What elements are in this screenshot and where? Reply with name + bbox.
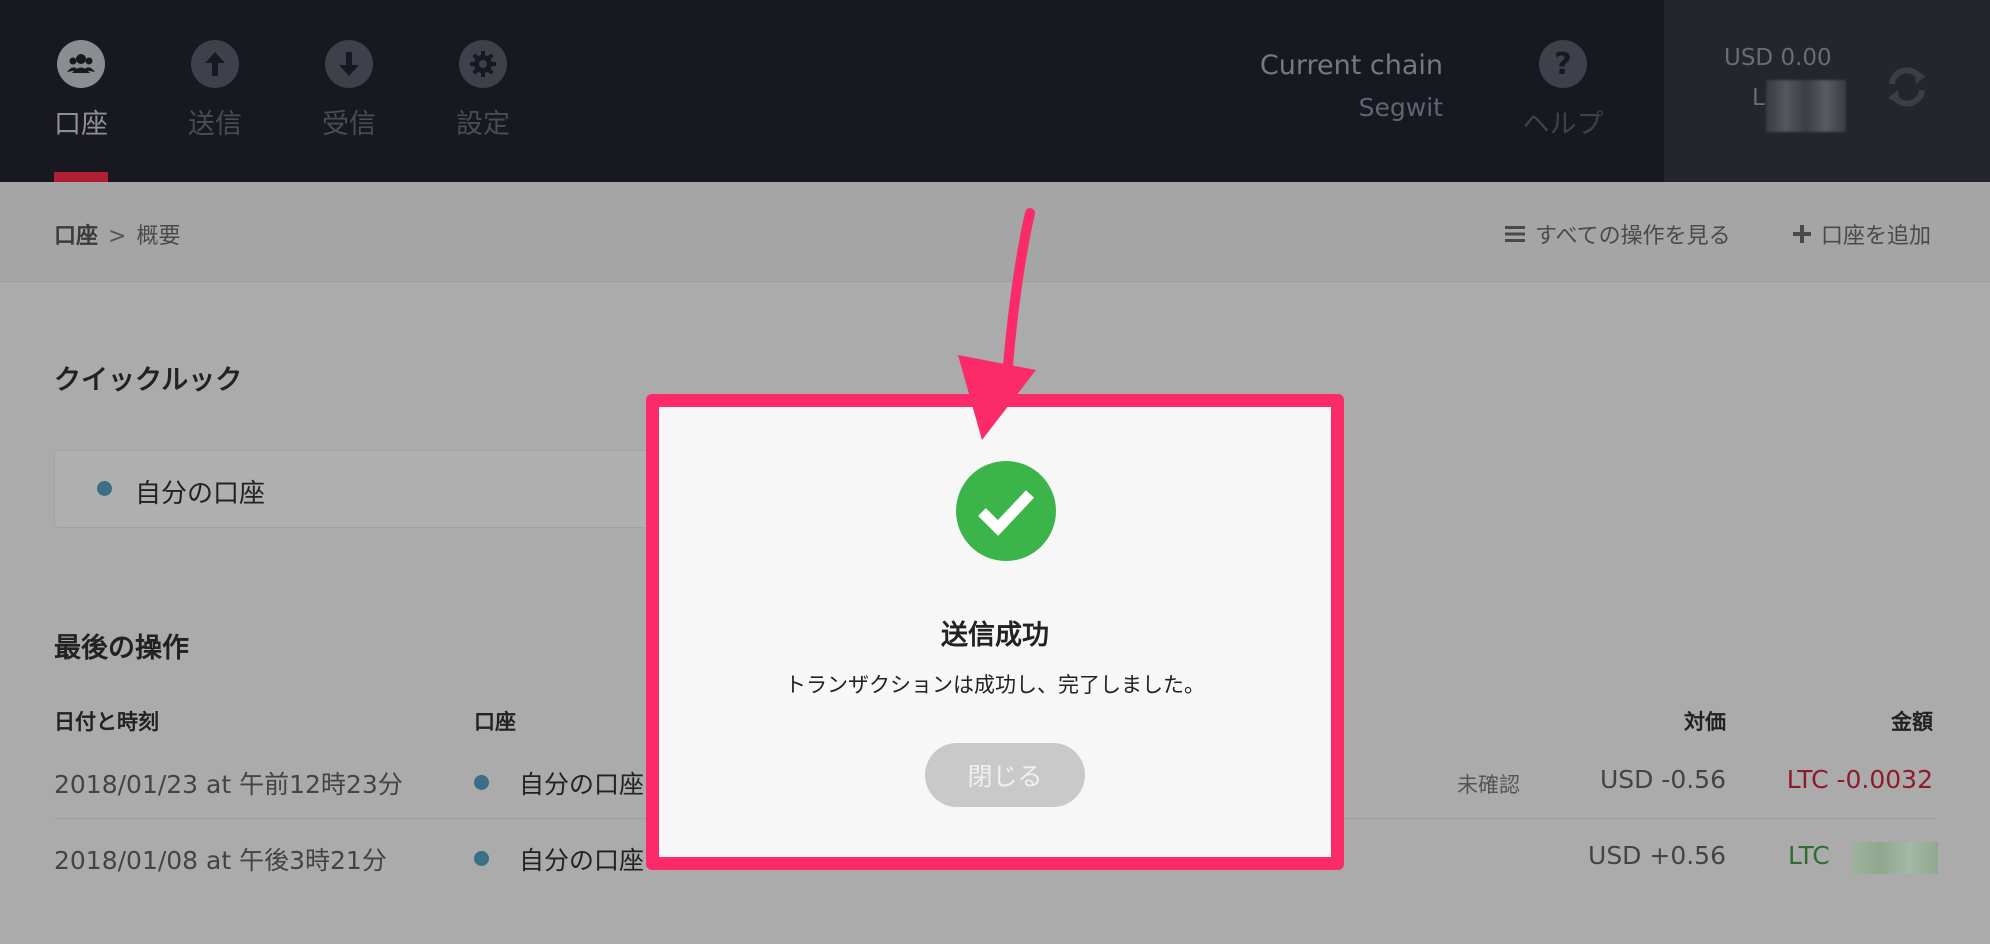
nav-label-accounts: 口座 — [54, 109, 108, 140]
row-datetime: 2018/01/08 at 午後3時21分 — [54, 846, 387, 875]
breadcrumb-separator: > — [108, 224, 127, 249]
nav-label-receive: 受信 — [322, 109, 376, 140]
nav-item-send[interactable]: 送信 — [155, 40, 275, 141]
row-account: 自分の口座 — [519, 846, 645, 875]
row-amount: LTC -0.0032 — [1786, 765, 1933, 794]
modal-message: トランザクションは成功し、完了しました。 — [785, 673, 1205, 697]
view-all-operations-button[interactable]: すべての操作を見る — [1505, 218, 1731, 250]
nav-label-settings: 設定 — [456, 109, 510, 140]
current-chain-value: Segwit — [1358, 93, 1443, 122]
modal-title: 送信成功 — [941, 620, 1049, 651]
add-account-button[interactable]: 口座を追加 — [1793, 218, 1931, 250]
row-value: USD -0.56 — [1599, 765, 1726, 794]
annotation-arrow-icon — [958, 208, 1036, 440]
view-all-operations-label: すべての操作を見る — [1535, 224, 1731, 249]
active-tab-indicator — [54, 172, 108, 182]
last-operations-title: 最後の操作 — [54, 633, 189, 664]
close-button[interactable]: 閉じる — [925, 743, 1085, 807]
top-navigation-bar: 口座 送信 受信 設定 Current chain Segwit ? ヘルプ U… — [0, 0, 1990, 182]
balance-usd: USD 0.00 — [1724, 45, 1832, 71]
account-card-name: 自分の口座 — [135, 479, 266, 509]
check-circle-icon — [956, 461, 1056, 561]
row-account: 自分の口座 — [519, 770, 645, 799]
column-header-value: 対価 — [1684, 710, 1726, 734]
arrow-down-icon — [325, 40, 373, 88]
breadcrumb-current: 概要 — [136, 224, 181, 249]
gear-icon — [459, 40, 507, 88]
arrow-up-icon — [191, 40, 239, 88]
row-datetime: 2018/01/23 at 午前12時23分 — [54, 770, 403, 799]
balance-pixelated-mask — [1766, 80, 1846, 132]
nav-item-accounts[interactable]: 口座 — [21, 40, 141, 141]
amount-pixelated-mask — [1852, 842, 1938, 874]
account-color-dot — [474, 851, 489, 866]
quick-look-title: クイックルック — [54, 365, 243, 396]
column-header-amount: 金額 — [1891, 710, 1933, 734]
account-color-dot — [474, 775, 489, 790]
row-value: USD +0.56 — [1588, 841, 1726, 870]
nav-label-send: 送信 — [188, 109, 242, 140]
list-icon — [1505, 226, 1525, 242]
row-status: 未確認 — [1457, 773, 1520, 797]
column-header-datetime: 日付と時刻 — [54, 710, 159, 734]
help-button[interactable]: ? ヘルプ — [1503, 40, 1623, 141]
plus-icon — [1793, 225, 1811, 243]
balance-ltc: L — [1752, 85, 1765, 111]
current-chain-label: Current chain — [1259, 50, 1443, 81]
row-amount: LTC — [1788, 841, 1830, 870]
breadcrumb-root[interactable]: 口座 — [54, 224, 98, 249]
users-icon — [57, 40, 105, 88]
help-label: ヘルプ — [1522, 109, 1604, 140]
question-icon: ? — [1539, 40, 1587, 88]
success-modal: 送信成功 トランザクションは成功し、完了しました。 閉じる — [646, 394, 1344, 870]
add-account-label: 口座を追加 — [1821, 224, 1932, 249]
breadcrumb: 口座 > 概要 — [54, 218, 180, 250]
account-color-dot — [97, 481, 112, 496]
nav-item-settings[interactable]: 設定 — [423, 40, 543, 141]
column-header-account: 口座 — [474, 710, 516, 734]
nav-item-receive[interactable]: 受信 — [289, 40, 409, 141]
refresh-icon[interactable] — [1882, 62, 1932, 116]
balance-panel: USD 0.00 L — [1664, 0, 1990, 182]
